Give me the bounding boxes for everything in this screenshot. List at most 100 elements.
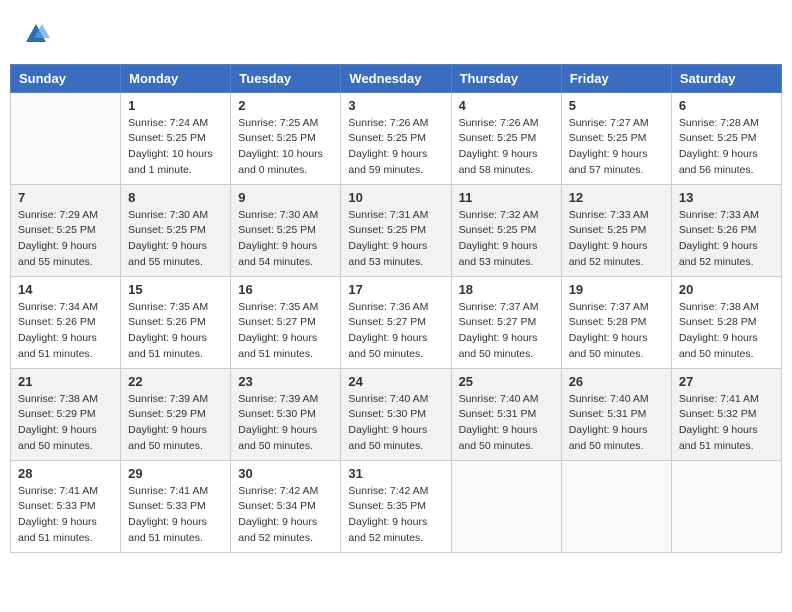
calendar-cell: 20 Sunrise: 7:38 AMSunset: 5:28 PMDayligh… <box>671 276 781 368</box>
header <box>10 10 782 59</box>
day-info: Sunrise: 7:40 AMSunset: 5:31 PMDaylight:… <box>569 392 664 455</box>
header-wednesday: Wednesday <box>341 64 451 92</box>
day-number: 14 <box>18 282 113 297</box>
calendar-cell: 21Sunrise: 7:38 AMSunset: 5:29 PMDayligh… <box>11 368 121 460</box>
header-sunday: Sunday <box>11 64 121 92</box>
calendar-header-row: SundayMondayTuesdayWednesdayThursdayFrid… <box>11 64 782 92</box>
calendar-cell <box>671 460 781 552</box>
day-info: Sunrise: 7:24 AMSunset: 5:25 PMDaylight:… <box>128 116 223 179</box>
day-number: 8 <box>128 190 223 205</box>
day-info: Sunrise: 7:39 AMSunset: 5:30 PMDaylight:… <box>238 392 333 455</box>
logo <box>20 20 50 54</box>
calendar-cell: 5 Sunrise: 7:27 AMSunset: 5:25 PMDaylight… <box>561 92 671 184</box>
header-tuesday: Tuesday <box>231 64 341 92</box>
day-info: Sunrise: 7:35 AMSunset: 5:26 PMDaylight:… <box>128 300 223 363</box>
day-info: Sunrise: 7:40 AMSunset: 5:30 PMDaylight:… <box>348 392 443 455</box>
day-info: Sunrise: 7:39 AMSunset: 5:29 PMDaylight:… <box>128 392 223 455</box>
day-number: 28 <box>18 466 113 481</box>
calendar-cell: 26 Sunrise: 7:40 AMSunset: 5:31 PMDayligh… <box>561 368 671 460</box>
calendar-cell: 19 Sunrise: 7:37 AMSunset: 5:28 PMDayligh… <box>561 276 671 368</box>
calendar-cell: 2 Sunrise: 7:25 AMSunset: 5:25 PMDaylight… <box>231 92 341 184</box>
calendar-cell: 24 Sunrise: 7:40 AMSunset: 5:30 PMDayligh… <box>341 368 451 460</box>
header-thursday: Thursday <box>451 64 561 92</box>
calendar-week-row: 28 Sunrise: 7:41 AMSunset: 5:33 PMDayligh… <box>11 460 782 552</box>
day-number: 13 <box>679 190 774 205</box>
day-number: 5 <box>569 98 664 113</box>
day-info: Sunrise: 7:33 AMSunset: 5:26 PMDaylight:… <box>679 208 774 271</box>
calendar-cell: 7 Sunrise: 7:29 AMSunset: 5:25 PMDaylight… <box>11 184 121 276</box>
day-info: Sunrise: 7:29 AMSunset: 5:25 PMDaylight:… <box>18 208 113 271</box>
day-info: Sunrise: 7:42 AMSunset: 5:35 PMDaylight:… <box>348 484 443 547</box>
calendar-week-row: 7 Sunrise: 7:29 AMSunset: 5:25 PMDaylight… <box>11 184 782 276</box>
day-number: 23 <box>238 374 333 389</box>
day-info: Sunrise: 7:31 AMSunset: 5:25 PMDaylight:… <box>348 208 443 271</box>
day-number: 7 <box>18 190 113 205</box>
calendar-week-row: 21Sunrise: 7:38 AMSunset: 5:29 PMDayligh… <box>11 368 782 460</box>
day-number: 6 <box>679 98 774 113</box>
day-number: 15 <box>128 282 223 297</box>
day-info: Sunrise: 7:33 AMSunset: 5:25 PMDaylight:… <box>569 208 664 271</box>
calendar-cell <box>11 92 121 184</box>
day-info: Sunrise: 7:37 AMSunset: 5:27 PMDaylight:… <box>459 300 554 363</box>
calendar-cell <box>451 460 561 552</box>
day-info: Sunrise: 7:30 AMSunset: 5:25 PMDaylight:… <box>238 208 333 271</box>
day-number: 26 <box>569 374 664 389</box>
calendar-cell: 9 Sunrise: 7:30 AMSunset: 5:25 PMDaylight… <box>231 184 341 276</box>
day-number: 22 <box>128 374 223 389</box>
day-info: Sunrise: 7:41 AMSunset: 5:33 PMDaylight:… <box>18 484 113 547</box>
day-info: Sunrise: 7:42 AMSunset: 5:34 PMDaylight:… <box>238 484 333 547</box>
header-saturday: Saturday <box>671 64 781 92</box>
day-number: 17 <box>348 282 443 297</box>
day-info: Sunrise: 7:37 AMSunset: 5:28 PMDaylight:… <box>569 300 664 363</box>
day-number: 25 <box>459 374 554 389</box>
day-info: Sunrise: 7:38 AMSunset: 5:29 PMDaylight:… <box>18 392 113 455</box>
day-number: 16 <box>238 282 333 297</box>
day-number: 2 <box>238 98 333 113</box>
calendar-cell: 18 Sunrise: 7:37 AMSunset: 5:27 PMDayligh… <box>451 276 561 368</box>
day-info: Sunrise: 7:32 AMSunset: 5:25 PMDaylight:… <box>459 208 554 271</box>
day-info: Sunrise: 7:27 AMSunset: 5:25 PMDaylight:… <box>569 116 664 179</box>
calendar-cell: 30 Sunrise: 7:42 AMSunset: 5:34 PMDayligh… <box>231 460 341 552</box>
day-info: Sunrise: 7:35 AMSunset: 5:27 PMDaylight:… <box>238 300 333 363</box>
day-info: Sunrise: 7:40 AMSunset: 5:31 PMDaylight:… <box>459 392 554 455</box>
day-number: 24 <box>348 374 443 389</box>
day-number: 20 <box>679 282 774 297</box>
day-number: 9 <box>238 190 333 205</box>
calendar-cell: 1 Sunrise: 7:24 AMSunset: 5:25 PMDaylight… <box>121 92 231 184</box>
calendar-cell: 12Sunrise: 7:33 AMSunset: 5:25 PMDayligh… <box>561 184 671 276</box>
calendar-cell: 3 Sunrise: 7:26 AMSunset: 5:25 PMDaylight… <box>341 92 451 184</box>
day-info: Sunrise: 7:34 AMSunset: 5:26 PMDaylight:… <box>18 300 113 363</box>
day-number: 19 <box>569 282 664 297</box>
calendar-cell: 6 Sunrise: 7:28 AMSunset: 5:25 PMDaylight… <box>671 92 781 184</box>
header-monday: Monday <box>121 64 231 92</box>
calendar-cell: 8 Sunrise: 7:30 AMSunset: 5:25 PMDaylight… <box>121 184 231 276</box>
day-info: Sunrise: 7:25 AMSunset: 5:25 PMDaylight:… <box>238 116 333 179</box>
day-number: 30 <box>238 466 333 481</box>
day-info: Sunrise: 7:26 AMSunset: 5:25 PMDaylight:… <box>348 116 443 179</box>
calendar-cell: 13 Sunrise: 7:33 AMSunset: 5:26 PMDayligh… <box>671 184 781 276</box>
calendar-week-row: 1 Sunrise: 7:24 AMSunset: 5:25 PMDaylight… <box>11 92 782 184</box>
calendar-cell: 28 Sunrise: 7:41 AMSunset: 5:33 PMDayligh… <box>11 460 121 552</box>
day-number: 18 <box>459 282 554 297</box>
day-info: Sunrise: 7:38 AMSunset: 5:28 PMDaylight:… <box>679 300 774 363</box>
calendar: SundayMondayTuesdayWednesdayThursdayFrid… <box>10 64 782 553</box>
calendar-cell: 16 Sunrise: 7:35 AMSunset: 5:27 PMDayligh… <box>231 276 341 368</box>
header-friday: Friday <box>561 64 671 92</box>
calendar-cell: 14 Sunrise: 7:34 AMSunset: 5:26 PMDayligh… <box>11 276 121 368</box>
day-info: Sunrise: 7:30 AMSunset: 5:25 PMDaylight:… <box>128 208 223 271</box>
day-info: Sunrise: 7:28 AMSunset: 5:25 PMDaylight:… <box>679 116 774 179</box>
day-number: 1 <box>128 98 223 113</box>
day-number: 10 <box>348 190 443 205</box>
day-number: 11 <box>459 190 554 205</box>
day-number: 29 <box>128 466 223 481</box>
day-number: 3 <box>348 98 443 113</box>
calendar-cell: 4Sunrise: 7:26 AMSunset: 5:25 PMDaylight… <box>451 92 561 184</box>
day-number: 4 <box>459 98 554 113</box>
day-number: 31 <box>348 466 443 481</box>
logo-icon <box>22 20 50 48</box>
calendar-cell: 31 Sunrise: 7:42 AMSunset: 5:35 PMDayligh… <box>341 460 451 552</box>
day-number: 27 <box>679 374 774 389</box>
day-info: Sunrise: 7:41 AMSunset: 5:32 PMDaylight:… <box>679 392 774 455</box>
calendar-week-row: 14 Sunrise: 7:34 AMSunset: 5:26 PMDayligh… <box>11 276 782 368</box>
calendar-cell: 25 Sunrise: 7:40 AMSunset: 5:31 PMDayligh… <box>451 368 561 460</box>
